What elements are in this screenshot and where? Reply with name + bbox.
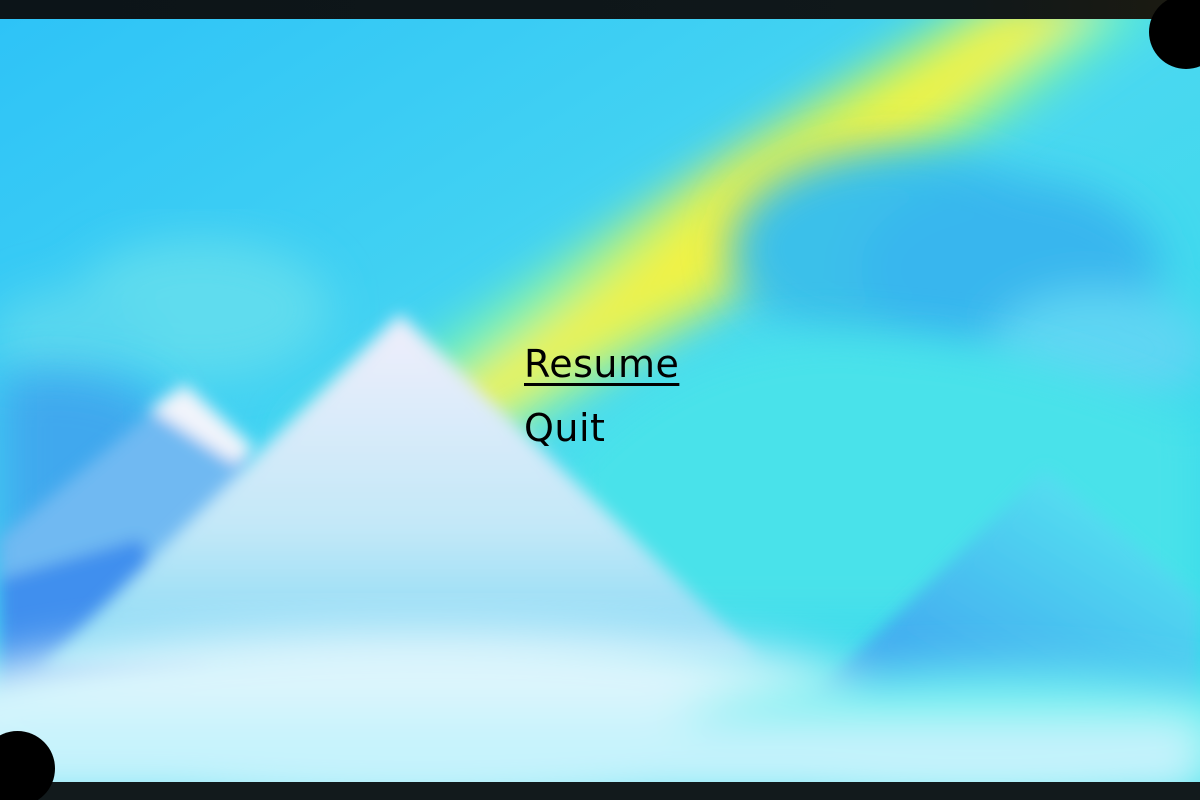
letterbox-bottom — [0, 782, 1200, 800]
game-screen: Resume Quit — [0, 0, 1200, 800]
quit-button[interactable]: Quit — [524, 406, 605, 450]
pause-menu: Resume Quit — [524, 342, 679, 470]
letterbox-top — [0, 0, 1200, 19]
resume-button[interactable]: Resume — [524, 342, 679, 386]
